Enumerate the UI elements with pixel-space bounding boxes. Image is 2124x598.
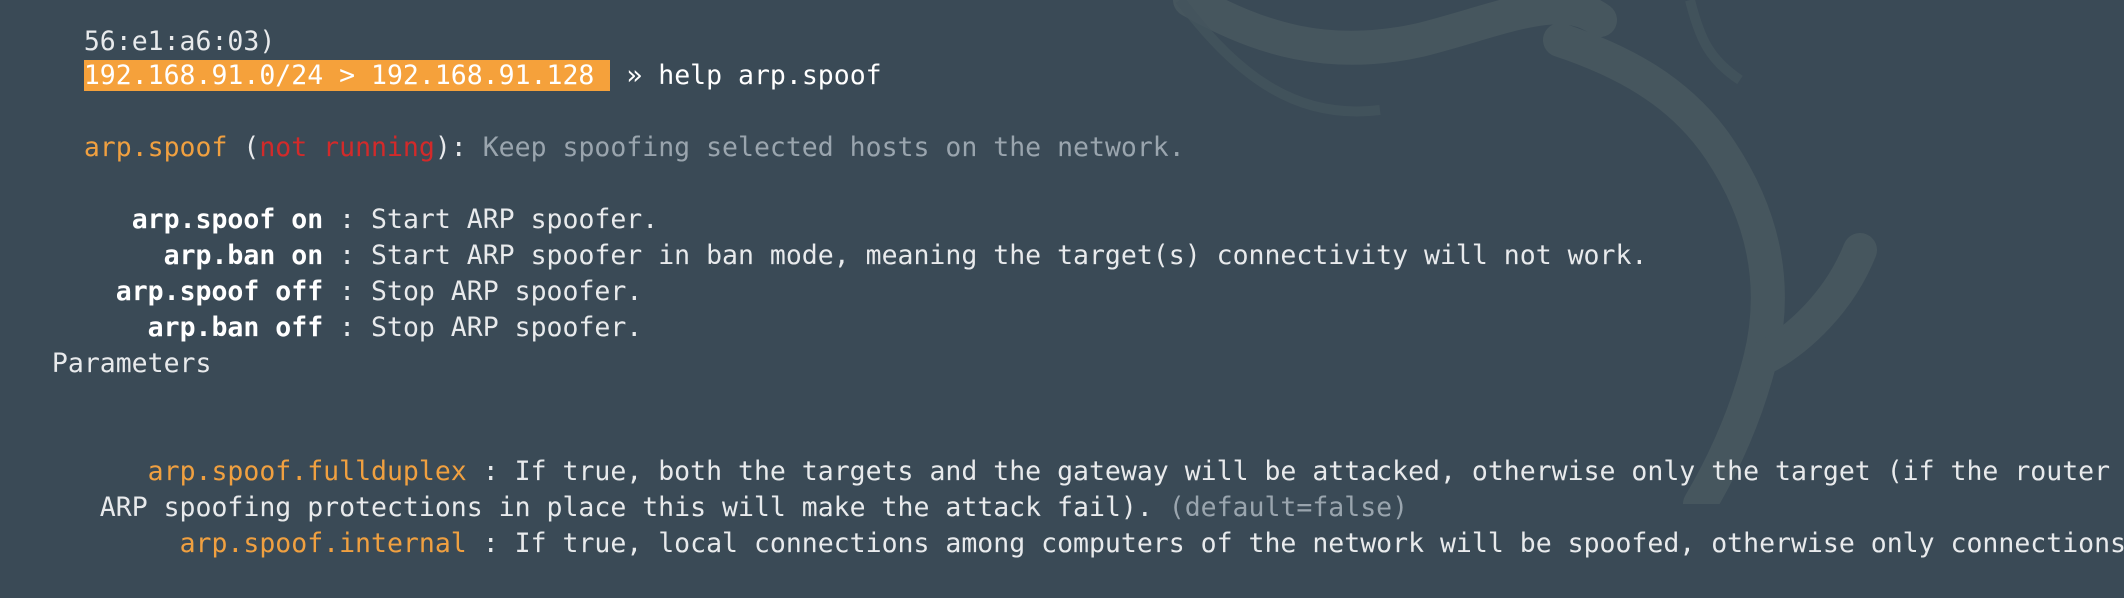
- command-desc: Stop ARP spoofer.: [371, 312, 643, 343]
- module-description: Keep spoofing selected hosts on the netw…: [482, 132, 1185, 163]
- parameter-row-continued: ARP spoofing protections in place this w…: [20, 454, 1408, 523]
- parameter-sep: :: [466, 528, 515, 559]
- prompt-label: 192.168.91.0/24 > 192.168.91.128: [83, 60, 611, 91]
- parameter-name: arp.spoof.internal: [179, 528, 467, 559]
- command-row: arp.spoof on : Start ARP spoofer.: [20, 166, 659, 235]
- parameter-desc: If true, local connections among compute…: [514, 528, 2124, 559]
- module-open-paren: (: [227, 132, 260, 163]
- terminal-output: 56:e1:a6:03) 192.168.91.0/24 > 192.168.9…: [20, 0, 2124, 559]
- module-name: arp.spoof: [83, 132, 228, 163]
- command-row: arp.ban off : Stop ARP spoofer.: [20, 274, 643, 343]
- prompt-separator: »: [610, 60, 659, 91]
- parameters-heading: Parameters: [20, 348, 212, 379]
- module-status: not running: [259, 132, 435, 163]
- command-sep: :: [323, 312, 372, 343]
- command-name: arp.ban off: [147, 312, 324, 343]
- command-text[interactable]: help arp.spoof: [658, 60, 881, 91]
- top-fragment-line: 56:e1:a6:03): [20, 0, 275, 57]
- parameter-row: arp.spoof.internal : If true, local conn…: [20, 490, 2124, 559]
- module-close-paren: ):: [434, 132, 483, 163]
- command-row: arp.spoof off : Stop ARP spoofer.: [20, 238, 643, 307]
- module-header-line: arp.spoof (not running): Keep spoofing s…: [20, 94, 1185, 163]
- command-indent: [84, 312, 148, 343]
- prompt-line: 192.168.91.0/24 > 192.168.91.128 » help …: [20, 22, 882, 91]
- parameter-row: arp.spoof.fullduplex : If true, both the…: [20, 418, 2124, 487]
- command-row: arp.ban on : Start ARP spoofer in ban mo…: [20, 202, 1648, 271]
- parameter-indent: [84, 528, 180, 559]
